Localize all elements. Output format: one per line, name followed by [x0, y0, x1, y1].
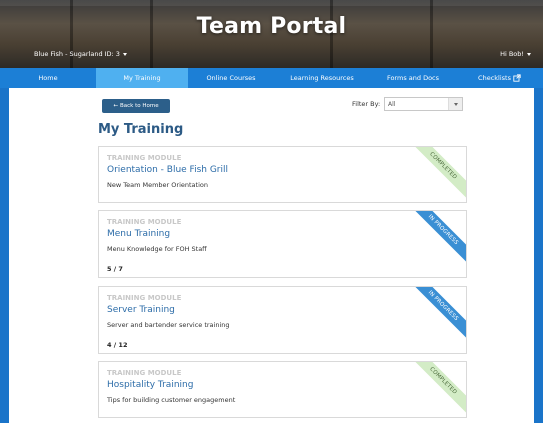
module-description: Menu Knowledge for FOH Staff: [107, 245, 207, 253]
module-name: Server Training: [107, 305, 175, 315]
status-ribbon: COMPLETED: [406, 362, 466, 417]
back-to-home-button[interactable]: ← Back to Home: [102, 99, 170, 113]
chevron-down-icon: [527, 52, 531, 56]
module-name: Orientation - Blue Fish Grill: [107, 165, 229, 175]
chevron-down-icon: [122, 52, 127, 56]
site-title: Team Portal: [196, 14, 347, 39]
training-module-card[interactable]: TRAINING MODULE Menu Training Menu Knowl…: [98, 210, 467, 278]
nav-item-forms-and-docs[interactable]: Forms and Docs: [370, 68, 456, 88]
status-ribbon: COMPLETED: [406, 147, 466, 202]
content-panel: ← Back to Home Filter By: All My Trainin…: [9, 88, 534, 423]
module-progress: 4 / 12: [107, 341, 128, 349]
user-greeting: Hi Bob!: [500, 50, 524, 58]
module-kicker: TRAINING MODULE: [107, 154, 182, 162]
store-selector[interactable]: Blue Fish - Sugarland ID: 3: [34, 50, 127, 58]
arrow-left-icon: ←: [113, 103, 118, 109]
status-ribbon: IN PROGRESS: [406, 211, 466, 267]
training-module-card[interactable]: TRAINING MODULE Orientation - Blue Fish …: [98, 146, 467, 203]
page-title: My Training: [98, 122, 184, 137]
nav-item-my-training[interactable]: My Training: [96, 68, 188, 88]
status-ribbon: IN PROGRESS: [406, 287, 466, 343]
nav-item-online-courses[interactable]: Online Courses: [188, 68, 274, 88]
module-name: Menu Training: [107, 229, 171, 239]
nav-item-label: Online Courses: [206, 74, 256, 82]
nav-item-label: Checklists: [478, 74, 511, 82]
training-module-card[interactable]: TRAINING MODULE Hospitality Training Tip…: [98, 361, 467, 418]
filter-label: Filter By:: [352, 100, 381, 108]
external-link-icon: [513, 74, 521, 82]
banner-beam: [0, 0, 543, 6]
module-description: New Team Member Orientation: [107, 181, 208, 189]
nav-item-label: Forms and Docs: [386, 74, 440, 82]
module-kicker: TRAINING MODULE: [107, 369, 182, 377]
nav-item-label: My Training: [123, 74, 161, 82]
header-banner: Team Portal Blue Fish - Sugarland ID: 3 …: [0, 0, 543, 68]
training-module-card[interactable]: TRAINING MODULE Server Training Server a…: [98, 286, 467, 354]
filter-select[interactable]: All: [384, 97, 463, 111]
filter-value: All: [388, 100, 396, 108]
nav-item-learning-resources[interactable]: Learning Resources: [274, 68, 370, 88]
module-kicker: TRAINING MODULE: [107, 294, 182, 302]
main-nav: Home My Training Online Courses Learning…: [0, 68, 543, 88]
user-menu[interactable]: Hi Bob!: [500, 50, 531, 58]
nav-item-label: Home: [38, 74, 58, 82]
module-description: Server and bartender service training: [107, 321, 230, 329]
chevron-down-icon: [453, 102, 458, 106]
nav-item-home[interactable]: Home: [0, 68, 96, 88]
filter-dropdown-toggle: [448, 98, 462, 110]
module-progress: 5 / 7: [107, 265, 123, 273]
store-selector-label: Blue Fish - Sugarland ID: 3: [34, 50, 120, 58]
back-button-label: Back to Home: [119, 103, 159, 109]
nav-item-checklists[interactable]: Checklists: [456, 68, 543, 88]
module-description: Tips for building customer engagement: [107, 396, 236, 404]
nav-item-label: Learning Resources: [290, 74, 354, 82]
module-kicker: TRAINING MODULE: [107, 218, 182, 226]
module-name: Hospitality Training: [107, 380, 194, 390]
